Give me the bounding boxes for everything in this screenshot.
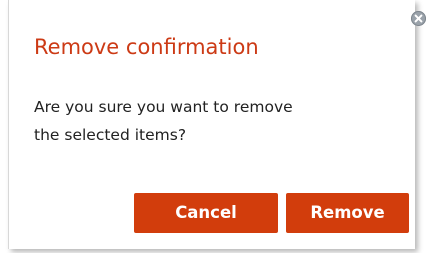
close-button[interactable] xyxy=(411,11,426,26)
cancel-button[interactable]: Cancel xyxy=(134,193,278,233)
dialog-message-line-2: the selected items? xyxy=(34,126,187,144)
remove-button[interactable]: Remove xyxy=(286,193,409,233)
dialog-message: Are you sure you want to remove the sele… xyxy=(34,93,394,149)
close-icon xyxy=(414,14,423,23)
remove-confirmation-dialog: Remove confirmation Are you sure you wan… xyxy=(8,0,415,249)
dialog-message-line-1: Are you sure you want to remove xyxy=(34,98,293,116)
dialog-title: Remove confirmation xyxy=(34,35,259,59)
